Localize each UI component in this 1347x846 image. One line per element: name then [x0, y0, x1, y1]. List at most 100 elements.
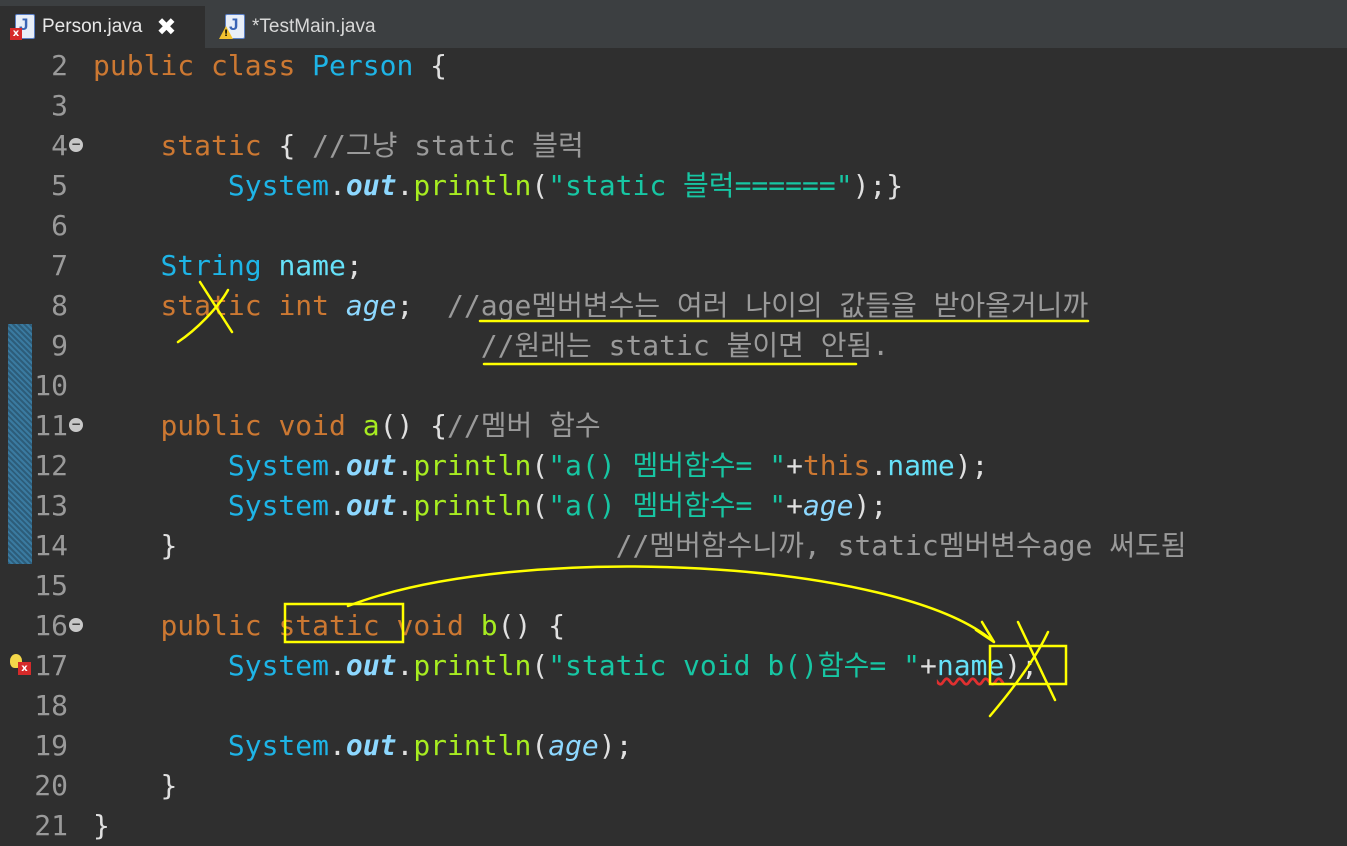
static-field: out: [345, 729, 397, 762]
class-ref: System: [227, 649, 330, 682]
line-number: 18: [34, 689, 68, 722]
line-number: 9: [51, 329, 68, 362]
code-line: 18: [0, 686, 1347, 726]
paren: (: [531, 649, 549, 682]
dot: .: [329, 169, 346, 202]
line-number: 11: [34, 409, 68, 442]
line-number: 13: [34, 489, 68, 522]
code-line: 6: [0, 206, 1347, 246]
tab-label: Person.java: [42, 16, 143, 37]
code-text: } //멤버함수니까, static멤버변수age 써도됨: [93, 526, 1186, 566]
code-text: }: [93, 766, 177, 806]
fold-collapse-icon[interactable]: −: [69, 138, 83, 152]
code-line: 14 } //멤버함수니까, static멤버변수age 써도됨: [0, 526, 1347, 566]
dot: .: [329, 729, 346, 762]
method-name: a: [362, 409, 380, 442]
brace: }: [160, 529, 178, 562]
code-text: System.out.println("static 블럭======");}: [93, 166, 903, 206]
code-text: public class Person {: [93, 46, 447, 86]
tab-person-java[interactable]: J x Person.java ✖: [0, 6, 205, 48]
line-number: 12: [34, 449, 68, 482]
punctuation: () {: [497, 609, 566, 642]
punctuation: );: [853, 489, 888, 522]
method-call: println: [413, 489, 532, 522]
java-file-icon: J x: [10, 14, 35, 40]
line-number: 6: [51, 209, 68, 242]
punctuation: );: [954, 449, 989, 482]
code-line: 17 x System.out.println("static void b()…: [0, 646, 1347, 686]
java-file-icon: J !: [219, 14, 245, 40]
line-number: 19: [34, 729, 68, 762]
method-call: println: [413, 169, 532, 202]
code-line: 15: [0, 566, 1347, 606]
code-line: 8 static int age; //age멤버변수는 여러 나이의 값들을 …: [0, 286, 1347, 326]
code-text: }: [93, 806, 110, 846]
code-line: 16 − public static void b() {: [0, 606, 1347, 646]
class-ref: System: [227, 729, 330, 762]
class-ref: System: [227, 489, 330, 522]
code-line: 19 System.out.println(age);: [0, 726, 1347, 766]
comment: //원래는 static 붙이면 안됨.: [480, 329, 890, 362]
keyword: void: [278, 409, 346, 442]
static-field: age: [345, 289, 397, 322]
keyword: this: [802, 449, 871, 482]
code-line: 11 − public void a() {//멤버 함수: [0, 406, 1347, 446]
line-number: 16: [34, 609, 68, 642]
class-name: Person: [312, 49, 414, 82]
field-name: name: [278, 249, 346, 282]
keyword: public: [160, 409, 262, 442]
dot: .: [396, 649, 414, 682]
code-line: 9 //원래는 static 붙이면 안됨.: [0, 326, 1347, 366]
dot: .: [396, 449, 414, 482]
static-field: out: [345, 649, 397, 682]
line-number: 10: [34, 369, 68, 402]
keyword: void: [396, 609, 464, 642]
code-editor[interactable]: 2 public class Person { 3 4 − static { /…: [0, 48, 1347, 845]
punctuation: );}: [852, 169, 904, 202]
keyword: int: [278, 289, 330, 322]
code-text: System.out.println("static void b()함수= "…: [93, 646, 1038, 686]
paren: (: [531, 449, 549, 482]
string-literal: "a() 멤버함수= ": [548, 449, 787, 482]
line-number: 14: [34, 529, 68, 562]
fold-collapse-icon[interactable]: −: [69, 618, 83, 632]
code-line: 5 System.out.println("static 블럭======");…: [0, 166, 1347, 206]
line-number: 21: [34, 809, 68, 842]
method-call: println: [413, 649, 532, 682]
code-line: 3: [0, 86, 1347, 126]
line-number: 4: [51, 129, 68, 162]
line-number: 20: [34, 769, 68, 802]
dot: .: [396, 169, 414, 202]
line-number: 8: [51, 289, 68, 322]
quick-fix-error-icon[interactable]: x: [10, 654, 34, 678]
tab-label: *TestMain.java: [252, 16, 376, 37]
close-tab-icon[interactable]: ✖: [156, 13, 176, 41]
operator: +: [920, 649, 937, 682]
code-line: 13 System.out.println("a() 멤버함수= "+age);: [0, 486, 1347, 526]
error-icon: x: [18, 662, 31, 675]
code-text: public void a() {//멤버 함수: [93, 406, 600, 446]
code-line: 7 String name;: [0, 246, 1347, 286]
dot: .: [329, 649, 346, 682]
fold-collapse-icon[interactable]: −: [69, 418, 83, 432]
dot: .: [396, 489, 414, 522]
paren: (: [531, 169, 549, 202]
code-text: String name;: [93, 246, 363, 286]
code-line: 4 − static { //그냥 static 블럭: [0, 126, 1347, 166]
tab-testmain-java[interactable]: J ! *TestMain.java: [210, 6, 410, 48]
dot: .: [396, 729, 414, 762]
keyword: static: [160, 289, 262, 322]
punctuation: );: [1004, 649, 1039, 682]
error-field-reference[interactable]: name: [937, 649, 1004, 682]
static-field: out: [345, 169, 397, 202]
code-text: static { //그냥 static 블럭: [93, 126, 584, 166]
keyword: class: [211, 49, 296, 82]
semicolon: ;: [345, 249, 363, 282]
keyword: static: [278, 609, 380, 642]
paren: (: [531, 729, 549, 762]
string-literal: "a() 멤버함수= ": [548, 489, 787, 522]
static-field: age: [802, 489, 854, 522]
code-text: System.out.println(age);: [93, 726, 633, 766]
code-line: 10: [0, 366, 1347, 406]
comment: //그냥 static 블럭: [312, 129, 584, 162]
